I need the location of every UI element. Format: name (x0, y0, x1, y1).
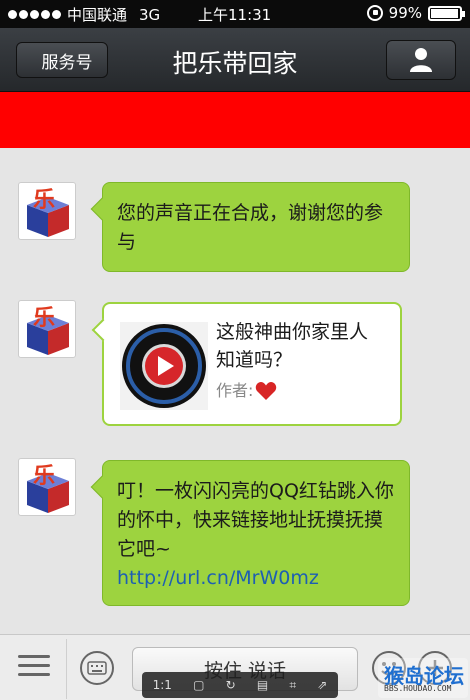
author-label: 作者: (216, 381, 254, 400)
message-bubble[interactable]: 叮！一枚闪闪亮的QQ红钻跳入你的怀中，快来链接地址抚摸抚摸它吧~ http://… (90, 460, 410, 609)
watermark-url: BBS.HOUDAO.COM (384, 684, 452, 693)
avatar[interactable]: 乐 (18, 458, 76, 516)
box-logo-icon: 乐 (27, 188, 69, 237)
bubble-tail (91, 318, 115, 342)
message-content: 叮！一枚闪闪亮的QQ红钻跳入你的怀中，快来链接地址抚摸抚摸它吧~ http://… (103, 461, 409, 609)
battery-percent: 99% (388, 4, 422, 22)
box-logo-icon: 乐 (27, 464, 69, 513)
network-type: 3G (139, 5, 161, 24)
status-right: 99% (366, 4, 465, 22)
carrier-info: 中国联通 3G (8, 4, 160, 25)
save-icon[interactable]: ▤ (257, 678, 268, 692)
music-card[interactable]: 这般神曲你家里人知道吗？ 作者: (91, 302, 402, 426)
message-bubble[interactable]: 您的声音正在合成，谢谢您的参与 (90, 182, 410, 272)
keyboard-icon (87, 661, 107, 675)
rotate-icon[interactable]: ↻ (226, 678, 236, 692)
message-link[interactable]: http://url.cn/MrW0mz (117, 567, 319, 589)
redaction-banner (0, 92, 470, 148)
message-text: 叮！一枚闪闪亮的QQ红钻跳入你的怀中，快来链接地址抚摸抚摸它吧~ (117, 480, 394, 560)
avatar-logo-text: 乐 (33, 464, 55, 489)
box-logo-icon: 乐 (27, 306, 69, 355)
keyboard-button[interactable] (80, 651, 114, 685)
divider (66, 639, 67, 699)
fit-to-window-icon[interactable]: ▢ (193, 678, 204, 692)
menu-button[interactable] (18, 655, 50, 683)
status-time: 上午11:31 (198, 6, 272, 24)
menu-icon (18, 655, 50, 658)
signal-strength-icon (8, 10, 61, 19)
rotation-lock-icon (366, 5, 383, 21)
zoom-actual-size-button[interactable]: 1:1 (153, 678, 172, 692)
avatar[interactable]: 乐 (18, 300, 76, 358)
avatar[interactable]: 乐 (18, 182, 76, 240)
person-icon (410, 48, 432, 72)
nav-bar: 服务号 把乐带回家 (0, 28, 470, 92)
record-thumbnail[interactable] (120, 322, 208, 410)
card-author: 作者: (216, 376, 277, 405)
profile-button[interactable] (386, 40, 456, 80)
vinyl-record-icon (122, 324, 206, 408)
status-bar: 中国联通 3G 上午11:31 99% (0, 0, 470, 28)
avatar-logo-text: 乐 (33, 306, 55, 331)
share-icon[interactable]: ⇗ (317, 678, 327, 692)
message-text: 您的声音正在合成，谢谢您的参与 (117, 202, 384, 253)
image-viewer-toolbar: 1:1 ▢ ↻ ▤ ⌗ ⇗ (142, 672, 338, 698)
avatar-logo-text: 乐 (33, 188, 55, 213)
watermark: 猴岛论坛 BBS.HOUDAO.COM (378, 658, 468, 698)
heart-icon (256, 381, 277, 400)
chat-area[interactable]: 乐 您的声音正在合成，谢谢您的参与 乐 这般神曲你家里人知道吗？ 作者: 乐 叮… (0, 148, 470, 634)
crop-icon[interactable]: ⌗ (289, 678, 296, 693)
carrier-name: 中国联通 (67, 6, 128, 24)
card-title: 这般神曲你家里人知道吗？ (216, 321, 369, 371)
battery-icon (428, 5, 465, 21)
